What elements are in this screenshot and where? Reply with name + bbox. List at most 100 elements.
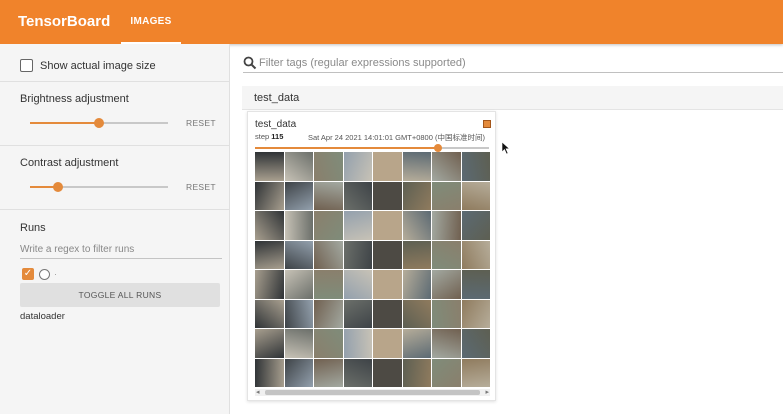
image-thumbnail (402, 270, 431, 299)
image-thumbnail (343, 211, 372, 240)
scrollbar-thumb[interactable] (265, 390, 480, 395)
image-thumbnail (255, 329, 284, 358)
image-thumbnail (255, 270, 284, 299)
image-thumbnail (432, 211, 461, 240)
brightness-slider[interactable] (30, 118, 168, 128)
image-thumbnail (343, 329, 372, 358)
mouse-cursor-icon (501, 141, 511, 155)
image-thumbnail (461, 181, 490, 210)
image-thumbnail (255, 211, 284, 240)
image-thumbnail (284, 270, 313, 299)
image-thumbnail (402, 181, 431, 210)
image-thumbnail (432, 299, 461, 328)
run-color-dot: · (54, 269, 57, 279)
actual-size-section: Show actual image size (0, 44, 230, 82)
tab-images[interactable]: IMAGES (121, 0, 181, 44)
pin-icon[interactable] (483, 120, 491, 128)
image-thumbnail (461, 211, 490, 240)
step-slider[interactable] (255, 144, 489, 152)
show-actual-size-label: Show actual image size (40, 59, 156, 72)
run-checkbox[interactable]: ✓ (22, 268, 34, 280)
image-thumbnail (402, 299, 431, 328)
sidebar: Show actual image size Brightness adjust… (0, 44, 230, 414)
card-timestamp: Sat Apr 24 2021 14:01:01 GMT+0800 (中国标准时… (308, 133, 485, 142)
image-thumbnail (461, 299, 490, 328)
image-thumbnail (432, 181, 461, 210)
image-thumbnail (373, 358, 402, 387)
run-radio[interactable] (39, 268, 50, 280)
card-step-value: 115 (271, 132, 284, 141)
contrast-reset-button[interactable]: RESET (186, 182, 216, 192)
app-title: TensorBoard (18, 13, 111, 30)
image-thumbnail (314, 211, 343, 240)
scroll-left-icon[interactable]: ◂ (256, 388, 260, 396)
image-thumbnail (373, 329, 402, 358)
contrast-slider[interactable] (30, 182, 168, 192)
image-thumbnail (432, 240, 461, 269)
image-thumbnail (432, 270, 461, 299)
image-thumbnail (284, 211, 313, 240)
image-thumbnail (343, 270, 372, 299)
image-thumbnail (314, 299, 343, 328)
image-thumbnail (461, 270, 490, 299)
run-name-label: dataloader (20, 311, 65, 322)
image-thumbnail (255, 299, 284, 328)
image-thumbnail (255, 152, 284, 181)
image-thumbnail (343, 152, 372, 181)
brightness-reset-button[interactable]: RESET (186, 118, 216, 128)
show-actual-size-checkbox[interactable] (20, 59, 33, 72)
image-thumbnail (373, 152, 402, 181)
contrast-label: Contrast adjustment (20, 157, 119, 169)
image-thumbnail (284, 152, 313, 181)
card-step: step 115 (255, 132, 283, 141)
image-thumbnail (314, 270, 343, 299)
image-thumbnail (343, 240, 372, 269)
card-step-label: step (255, 132, 270, 141)
image-thumbnail (402, 152, 431, 181)
image-thumbnail (432, 329, 461, 358)
scroll-right-icon[interactable]: ▸ (485, 388, 489, 396)
image-thumbnail (314, 152, 343, 181)
brightness-slider-fill (30, 122, 99, 124)
tag-filter-placeholder: Filter tags (regular expressions support… (259, 56, 466, 69)
image-thumbnail (255, 358, 284, 387)
image-thumbnail (432, 358, 461, 387)
image-thumbnail (402, 329, 431, 358)
image-thumbnail (343, 358, 372, 387)
image-thumbnail (343, 181, 372, 210)
image-thumbnail (284, 181, 313, 210)
run-row-dataloader[interactable]: ✓ · (22, 268, 57, 280)
image-card: test_data step 115 Sat Apr 24 2021 14:01… (247, 111, 496, 401)
image-thumbnail (284, 240, 313, 269)
step-slider-fill (255, 147, 438, 149)
tab-images-label: IMAGES (130, 16, 172, 27)
image-thumbnail (373, 211, 402, 240)
image-thumbnail (373, 299, 402, 328)
contrast-section: Contrast adjustment RESET (0, 146, 230, 210)
image-thumbnail (314, 358, 343, 387)
contrast-slider-knob[interactable] (52, 182, 63, 192)
image-thumbnail (314, 181, 343, 210)
image-thumbnail (255, 181, 284, 210)
image-thumbnail (284, 329, 313, 358)
card-horizontal-scrollbar[interactable]: ◂ ▸ (255, 389, 490, 396)
image-thumbnail (461, 329, 490, 358)
image-thumbnail (373, 240, 402, 269)
brightness-slider-knob[interactable] (94, 118, 104, 128)
top-app-bar: TensorBoard IMAGES (0, 0, 783, 44)
image-thumbnail (314, 329, 343, 358)
tag-group-header[interactable]: test_data (242, 86, 783, 110)
image-thumbnail (461, 240, 490, 269)
show-actual-size-toggle[interactable]: Show actual image size (20, 59, 156, 72)
step-slider-knob[interactable] (433, 144, 442, 152)
tag-filter[interactable]: Filter tags (regular expressions support… (243, 53, 783, 73)
image-thumbnail (284, 299, 313, 328)
toggle-all-runs-button[interactable]: TOGGLE ALL RUNS (20, 283, 220, 307)
image-thumbnail (402, 358, 431, 387)
image-thumbnail (373, 181, 402, 210)
brightness-section: Brightness adjustment RESET (0, 82, 230, 146)
brightness-label: Brightness adjustment (20, 93, 129, 105)
image-thumbnail (314, 240, 343, 269)
runs-title: Runs (20, 222, 46, 234)
runs-filter-input[interactable]: Write a regex to filter runs (20, 243, 222, 259)
